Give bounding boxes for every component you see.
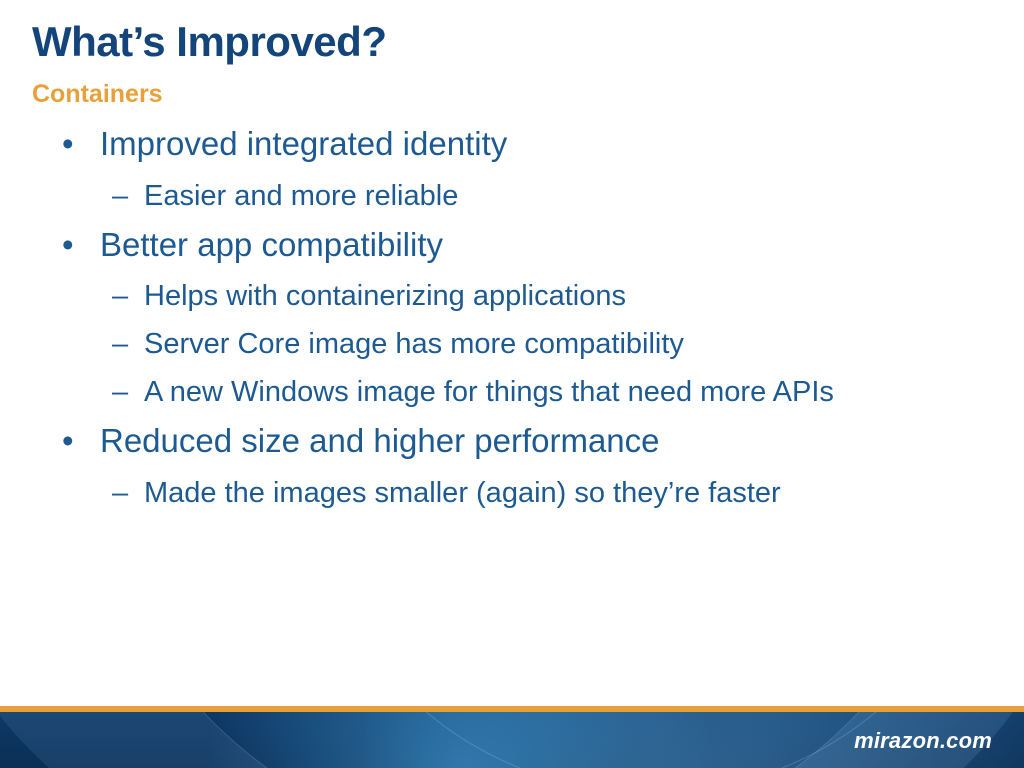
bullet-text: Improved integrated identity: [100, 125, 507, 162]
bullet-text: Better app compatibility: [100, 226, 443, 263]
sub-bullet-item: Made the images smaller (again) so they’…: [100, 472, 976, 514]
slide: What’s Improved? Containers Improved int…: [0, 0, 1024, 768]
sub-bullet-list: Made the images smaller (again) so they’…: [100, 472, 976, 514]
footer: mirazon.com: [0, 706, 1024, 768]
sub-bullet-item: Helps with containerizing applications: [100, 275, 976, 317]
slide-content: Improved integrated identity Easier and …: [48, 122, 976, 520]
slide-subtitle: Containers: [32, 80, 163, 109]
bullet-item: Improved integrated identity Easier and …: [48, 122, 976, 217]
footer-url: mirazon.com: [854, 728, 992, 754]
bullet-item: Better app compatibility Helps with cont…: [48, 223, 976, 414]
sub-bullet-item: Server Core image has more compatibility: [100, 323, 976, 365]
sub-bullet-list: Helps with containerizing applications S…: [100, 275, 976, 413]
sub-bullet-item: Easier and more reliable: [100, 175, 976, 217]
sub-bullet-item: A new Windows image for things that need…: [100, 371, 976, 413]
slide-title: What’s Improved?: [32, 18, 386, 66]
bullet-text: Reduced size and higher performance: [100, 422, 660, 459]
sub-bullet-list: Easier and more reliable: [100, 175, 976, 217]
bullet-item: Reduced size and higher performance Made…: [48, 419, 976, 514]
bullet-list: Improved integrated identity Easier and …: [48, 122, 976, 514]
